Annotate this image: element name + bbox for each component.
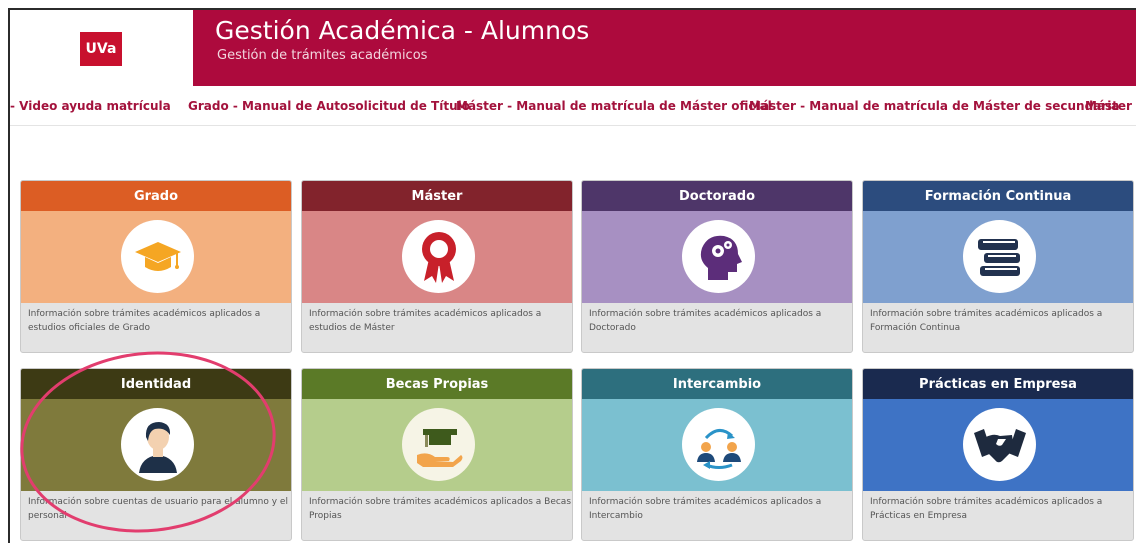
logo-area[interactable]: UVa bbox=[10, 10, 193, 86]
head-gears-icon bbox=[700, 235, 742, 280]
nav-link-master-v[interactable]: Máster - V bbox=[1085, 99, 1136, 113]
card-band[interactable] bbox=[21, 399, 291, 491]
card-practicas-empresa[interactable]: Prácticas en Empresa Información sobre t… bbox=[862, 368, 1134, 541]
icon-circle[interactable] bbox=[121, 220, 194, 293]
nav-link-video-ayuda[interactable]: - Video ayuda matrícula bbox=[10, 99, 171, 113]
icon-circle[interactable] bbox=[963, 408, 1036, 481]
card-title[interactable]: Becas Propias bbox=[302, 369, 572, 399]
card-band[interactable] bbox=[21, 211, 291, 303]
card-title[interactable]: Doctorado bbox=[582, 181, 852, 211]
user-icon bbox=[138, 421, 177, 473]
site-header: UVa Gestión Académica - Alumnos Gestión … bbox=[10, 10, 1136, 86]
card-band[interactable] bbox=[863, 211, 1133, 303]
award-ribbon-icon bbox=[421, 231, 456, 283]
uva-logo[interactable]: UVa bbox=[80, 32, 122, 66]
card-description: Información sobre trámites académicos ap… bbox=[870, 309, 1103, 333]
card-band[interactable] bbox=[302, 399, 572, 491]
icon-circle[interactable] bbox=[121, 408, 194, 481]
card-grado[interactable]: Grado Información sobre trámites académi… bbox=[20, 180, 292, 353]
card-description: Información sobre trámites académicos ap… bbox=[28, 309, 261, 333]
icon-circle[interactable] bbox=[682, 220, 755, 293]
card-title[interactable]: Máster bbox=[302, 181, 572, 211]
card-formacion-continua[interactable]: Formación Continua Información sobre trá… bbox=[862, 180, 1134, 353]
books-icon bbox=[977, 238, 1020, 276]
card-description: Información sobre trámites académicos ap… bbox=[589, 309, 822, 333]
card-description: Información sobre cuentas de usuario par… bbox=[28, 497, 288, 521]
card-band[interactable] bbox=[863, 399, 1133, 491]
handshake-icon bbox=[973, 428, 1026, 462]
card-band[interactable] bbox=[302, 211, 572, 303]
card-description: Información sobre trámites académicos ap… bbox=[309, 309, 542, 333]
card-intercambio[interactable]: Intercambio Información sobre trámites a… bbox=[581, 368, 853, 541]
card-title[interactable]: Prácticas en Empresa bbox=[863, 369, 1133, 399]
card-title[interactable]: Formación Continua bbox=[863, 181, 1133, 211]
card-master[interactable]: Máster Información sobre trámites académ… bbox=[301, 180, 573, 353]
icon-circle[interactable] bbox=[682, 408, 755, 481]
icon-circle[interactable] bbox=[963, 220, 1036, 293]
scholarship-hand-icon bbox=[416, 428, 462, 467]
card-becas-propias[interactable]: Becas Propias Información sobre trámites… bbox=[301, 368, 573, 541]
nav-link-master-secundaria[interactable]: Máster - Manual de matrícula de Máster d… bbox=[749, 99, 1119, 113]
page-frame: UVa Gestión Académica - Alumnos Gestión … bbox=[8, 8, 1136, 543]
card-description: Información sobre trámites académicos ap… bbox=[589, 497, 822, 521]
card-title[interactable]: Identidad bbox=[21, 369, 291, 399]
card-description: Información sobre trámites académicos ap… bbox=[309, 497, 572, 521]
quick-links-bar: - Video ayuda matrícula Grado - Manual d… bbox=[10, 86, 1136, 126]
card-band[interactable] bbox=[582, 211, 852, 303]
card-title[interactable]: Intercambio bbox=[582, 369, 852, 399]
icon-circle[interactable] bbox=[402, 408, 475, 481]
card-identidad[interactable]: Identidad Información sobre cuentas de u… bbox=[20, 368, 292, 541]
exchange-people-icon bbox=[696, 428, 741, 469]
nav-link-grado-manual[interactable]: Grado - Manual de Autosolicitud de Títul… bbox=[188, 99, 470, 113]
card-band[interactable] bbox=[582, 399, 852, 491]
card-title[interactable]: Grado bbox=[21, 181, 291, 211]
card-doctorado[interactable]: Doctorado Información sobre trámites aca… bbox=[581, 180, 853, 353]
page-subtitle: Gestión de trámites académicos bbox=[217, 48, 428, 63]
card-description: Información sobre trámites académicos ap… bbox=[870, 497, 1103, 521]
graduation-cap-icon bbox=[134, 241, 181, 271]
icon-circle[interactable] bbox=[402, 220, 475, 293]
page-title: Gestión Académica - Alumnos bbox=[215, 16, 590, 45]
nav-link-master-oficial[interactable]: Máster - Manual de matrícula de Máster o… bbox=[456, 99, 772, 113]
